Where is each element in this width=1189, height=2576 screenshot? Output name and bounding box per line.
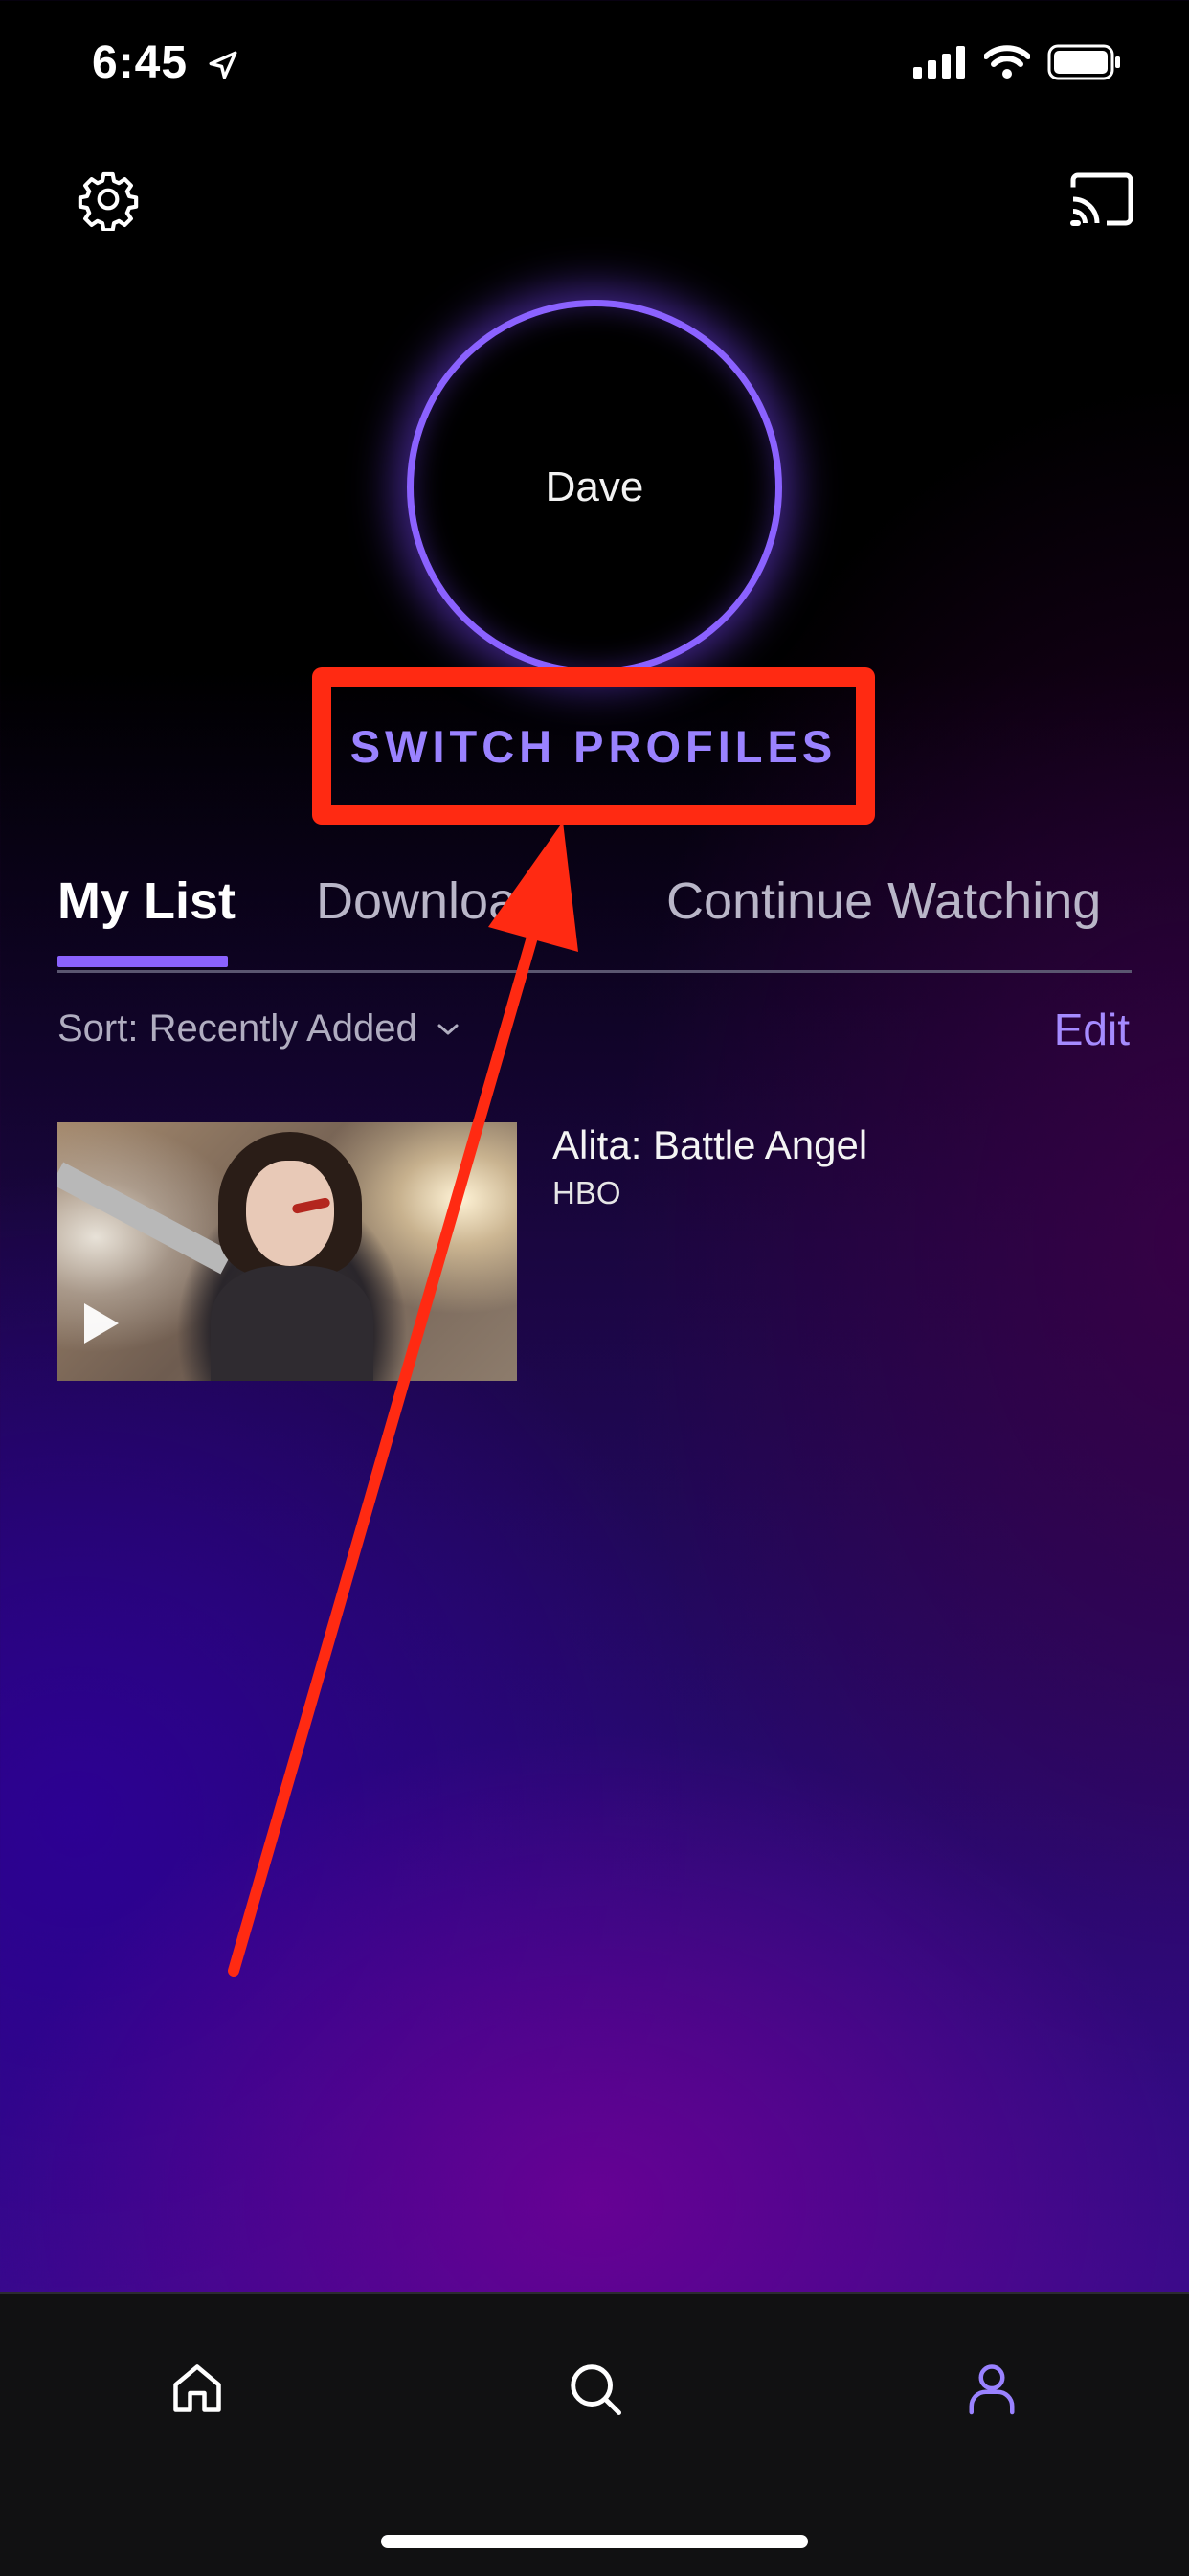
nav-home-button[interactable]	[168, 2360, 226, 2422]
gear-icon	[78, 171, 139, 231]
switch-profiles-button[interactable]: SWITCH PROFILES	[331, 687, 856, 805]
bottom-navigation	[0, 2292, 1189, 2576]
cast-icon	[1070, 172, 1133, 226]
cellular-signal-icon	[913, 46, 965, 79]
chevron-down-icon	[437, 1024, 459, 1034]
tab-continue-watching[interactable]: Continue Watching	[666, 871, 1101, 931]
status-time: 6:45	[92, 36, 239, 89]
location-arrow-icon	[209, 51, 237, 79]
profile-avatar[interactable]: Dave	[407, 300, 782, 675]
profile-icon	[969, 2364, 1015, 2415]
cast-button[interactable]	[1068, 172, 1135, 226]
settings-button[interactable]	[77, 168, 140, 231]
play-icon[interactable]	[80, 1299, 123, 1347]
list-item-network: HBO	[552, 1175, 621, 1210]
tab-downloads[interactable]: Downloads	[316, 871, 572, 931]
edit-button[interactable]: Edit	[1054, 1004, 1130, 1055]
sort-dropdown[interactable]: Sort: Recently Added	[57, 1007, 461, 1051]
search-icon	[571, 2364, 621, 2415]
title-thumbnail[interactable]	[57, 1122, 517, 1381]
home-icon	[173, 2364, 221, 2412]
status-time-text: 6:45	[92, 37, 189, 88]
home-indicator	[381, 2535, 808, 2548]
thumbnail-art-sword	[57, 1162, 233, 1275]
thumbnail-art-body	[211, 1266, 373, 1381]
wifi-icon	[984, 45, 1030, 79]
list-item-title[interactable]: Alita: Battle Angel	[552, 1122, 867, 1168]
nav-search-button[interactable]	[566, 2360, 625, 2424]
tab-my-list[interactable]: My List	[57, 871, 236, 931]
battery-icon	[1047, 44, 1120, 80]
tab-selected-indicator	[57, 956, 228, 967]
profile-name: Dave	[545, 463, 644, 510]
status-icons	[913, 44, 1122, 80]
sort-label: Sort: Recently Added	[57, 1007, 417, 1050]
nav-profile-button[interactable]	[963, 2360, 1021, 2422]
thumbnail-art-face	[246, 1161, 334, 1266]
